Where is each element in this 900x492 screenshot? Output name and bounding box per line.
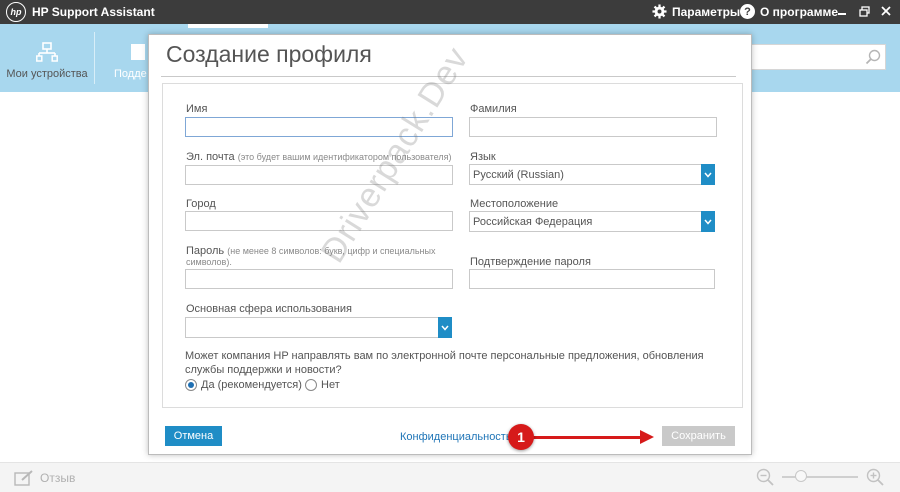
location-label: Местоположение (470, 198, 559, 210)
feedback-label: Отзыв (40, 471, 76, 485)
support-icon (131, 44, 145, 60)
radio-no-control[interactable] (305, 379, 317, 391)
gear-icon (652, 4, 667, 19)
privacy-link[interactable]: Конфиденциальность (400, 431, 512, 443)
nav-my-devices[interactable]: Мои устройства (0, 24, 94, 92)
location-select[interactable]: Российская Федерация (469, 211, 715, 232)
active-tab-indicator (188, 24, 268, 28)
last-name-field[interactable] (469, 117, 717, 137)
annotation-arrow-head (640, 430, 654, 444)
zoom-control (756, 468, 884, 486)
annotation-arrow-line (532, 436, 644, 439)
app-title: HP Support Assistant (32, 5, 155, 19)
settings-button[interactable]: Параметры (652, 4, 740, 19)
radio-yes-label: Да (рекомендуется) (201, 379, 302, 391)
search-input[interactable] (744, 44, 886, 70)
help-icon: ? (740, 4, 755, 19)
feedback-button[interactable]: Отзыв (14, 470, 75, 486)
feedback-icon (14, 470, 33, 486)
title-divider (161, 76, 736, 77)
close-button[interactable] (878, 2, 894, 20)
email-field[interactable] (185, 165, 453, 185)
email-label-text: Эл. почта (186, 151, 235, 163)
email-label: Эл. почта (это будет вашим идентификатор… (186, 151, 452, 163)
nav-divider (94, 32, 95, 84)
annotation-step-badge: 1 (508, 424, 534, 450)
devices-icon (36, 42, 58, 62)
chevron-down-icon (438, 317, 452, 338)
zoom-slider[interactable] (782, 470, 858, 482)
save-button[interactable]: Сохранить (662, 426, 735, 446)
nav-support-label[interactable]: Подде (114, 68, 147, 80)
cancel-button[interactable]: Отмена (165, 426, 222, 446)
password-hint-line1: (не менее 8 символов: букв, цифр и специ… (227, 246, 436, 256)
language-select[interactable]: Русский (Russian) (469, 164, 715, 185)
city-label: Город (186, 198, 216, 210)
zoom-slider-thumb[interactable] (794, 470, 807, 482)
radio-option-no[interactable]: Нет (305, 379, 340, 391)
about-button[interactable]: ? О программе (740, 4, 838, 19)
marketing-consent-question: Может компания HP направлять вам по элек… (185, 350, 704, 376)
password-label: Пароль (не менее 8 символов: букв, цифр … (186, 245, 435, 257)
first-name-label: Имя (186, 103, 208, 115)
dialog-title: Создание профиля (166, 41, 372, 67)
title-bar: hp HP Support Assistant Параметры ? О пр… (0, 0, 900, 24)
last-name-label: Фамилия (470, 103, 517, 115)
city-field[interactable] (185, 211, 453, 231)
minimize-icon (838, 13, 846, 15)
zoom-out-icon[interactable] (756, 468, 774, 486)
chevron-down-icon (701, 164, 715, 185)
zoom-in-icon[interactable] (866, 468, 884, 486)
password-confirm-field[interactable] (469, 269, 715, 289)
radio-option-yes[interactable]: Да (рекомендуется) (185, 379, 302, 391)
nav-my-devices-label: Мои устройства (6, 68, 88, 80)
location-select-value: Российская Федерация (473, 216, 593, 228)
usage-select[interactable] (185, 317, 452, 338)
password-field[interactable] (185, 269, 453, 289)
close-icon (881, 6, 891, 16)
radio-no-label: Нет (321, 379, 340, 391)
hp-logo-icon: hp (6, 2, 26, 22)
about-label: О программе (760, 4, 839, 19)
email-hint: (это будет вашим идентификатором пользов… (237, 152, 452, 162)
minimize-button[interactable] (834, 2, 850, 20)
create-profile-dialog: Создание профиля Имя Эл. почта (это буде… (148, 34, 752, 455)
restore-button[interactable] (856, 2, 872, 20)
bottom-bar: Отзыв (0, 462, 900, 492)
restore-icon (858, 5, 870, 17)
first-name-field[interactable] (185, 117, 453, 137)
search-icon (865, 49, 881, 65)
usage-label: Основная сфера использования (186, 303, 352, 315)
radio-yes-control[interactable] (185, 379, 197, 391)
password-hint-line2: символов). (186, 257, 232, 267)
password-label-text: Пароль (186, 245, 225, 257)
settings-label: Параметры (672, 4, 741, 19)
password-confirm-label: Подтверждение пароля (470, 256, 591, 268)
chevron-down-icon (701, 211, 715, 232)
language-select-value: Русский (Russian) (473, 169, 564, 181)
language-label: Язык (470, 151, 496, 163)
